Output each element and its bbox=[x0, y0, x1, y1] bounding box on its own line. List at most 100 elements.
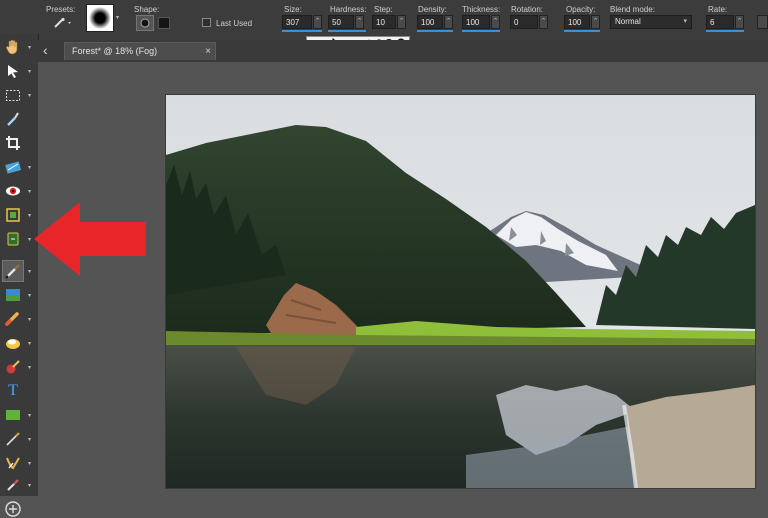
forest-lake-photo[interactable] bbox=[166, 95, 755, 488]
rate-field[interactable]: 6 bbox=[706, 15, 734, 29]
step-label: Step: bbox=[374, 5, 393, 14]
caret-icon[interactable]: ▾ bbox=[28, 236, 31, 243]
scratch-icon bbox=[6, 457, 20, 470]
thickness-field[interactable]: 100 bbox=[462, 15, 490, 29]
opacity-label: Opacity: bbox=[566, 5, 596, 14]
fill-tool-button[interactable]: ▾ bbox=[4, 286, 31, 304]
document-tab[interactable]: Forest* @ 18% (Fog) × bbox=[64, 42, 216, 60]
last-used-label: Last Used bbox=[216, 19, 253, 28]
dropper-tool-button[interactable] bbox=[4, 110, 22, 128]
caret-icon[interactable]: ▾ bbox=[28, 482, 31, 489]
brush-tool-button[interactable]: ▾ bbox=[4, 262, 31, 280]
density-spinner[interactable]: ⌃ bbox=[444, 15, 453, 29]
brush-tip-preview[interactable] bbox=[86, 4, 114, 32]
rotation-field[interactable]: 0 bbox=[510, 15, 538, 29]
transform-tool-button[interactable]: ▾ bbox=[4, 206, 31, 224]
last-used-checkbox[interactable] bbox=[202, 18, 211, 27]
straighten-icon bbox=[5, 161, 22, 174]
scratch-tool-button[interactable]: ▾ bbox=[4, 454, 31, 472]
caret-icon[interactable]: ▾ bbox=[28, 460, 31, 467]
shape-label: Shape: bbox=[134, 5, 160, 14]
crop-icon bbox=[6, 136, 20, 150]
caret-icon[interactable]: ▾ bbox=[28, 164, 31, 171]
opacity-field[interactable]: 100 bbox=[564, 15, 590, 29]
selection-tool-button[interactable]: ▾ bbox=[4, 86, 31, 104]
chevron-down-icon: ▾ bbox=[683, 18, 687, 25]
caret-icon[interactable]: ▾ bbox=[28, 292, 31, 299]
pan-icon bbox=[6, 39, 18, 55]
pick-icon bbox=[8, 65, 18, 78]
back-arrow-icon[interactable]: ‹ bbox=[43, 42, 48, 58]
rotation-spinner[interactable]: ⌃ bbox=[539, 15, 548, 29]
text-tool-button[interactable]: T bbox=[4, 382, 22, 400]
red-pointer-arrow bbox=[34, 202, 146, 276]
blend-mode-select[interactable]: Normal ▾ bbox=[610, 15, 692, 29]
rate-spinner[interactable]: ⌃ bbox=[735, 15, 744, 29]
caret-icon[interactable]: ▾ bbox=[28, 268, 31, 275]
caret-icon[interactable]: ▾ bbox=[28, 340, 31, 347]
eraser-tool-button[interactable]: ▾ bbox=[4, 334, 31, 352]
opacity-slider-track[interactable] bbox=[564, 30, 600, 32]
presets-label: Presets: bbox=[46, 5, 76, 14]
density-field[interactable]: 100 bbox=[417, 15, 443, 29]
caret-icon[interactable]: ▾ bbox=[28, 92, 31, 99]
step-field[interactable]: 10 bbox=[372, 15, 396, 29]
size-spinner[interactable]: ⌃ bbox=[313, 15, 322, 29]
caret-icon[interactable]: ▾ bbox=[28, 68, 31, 75]
hardness-field[interactable]: 50 bbox=[328, 15, 354, 29]
text-icon: T bbox=[8, 382, 18, 399]
paint-tool-button[interactable]: ▾ bbox=[4, 310, 31, 328]
brush-icon bbox=[5, 264, 20, 279]
tool-options-bar: Presets: ▾ Shape: Last Used Size: 307 ⌃ … bbox=[0, 0, 768, 41]
pick-tool-button[interactable]: ▾ bbox=[4, 62, 31, 80]
hardness-slider-track[interactable] bbox=[328, 30, 366, 32]
caret-icon[interactable]: ▾ bbox=[28, 436, 31, 443]
brush-preset-icon bbox=[54, 17, 71, 28]
thickness-spinner[interactable]: ⌃ bbox=[491, 15, 500, 29]
caret-icon[interactable]: ▾ bbox=[28, 316, 31, 323]
hardness-spinner[interactable]: ⌃ bbox=[355, 15, 364, 29]
dropper-icon bbox=[7, 112, 19, 126]
retouch-tool-button[interactable]: ▾ bbox=[4, 476, 31, 494]
caret-icon[interactable]: ▾ bbox=[28, 364, 31, 371]
selection-icon bbox=[6, 90, 20, 101]
caret-icon[interactable]: ▾ bbox=[28, 188, 31, 195]
caret-icon[interactable]: ▾ bbox=[28, 412, 31, 419]
crop-tool-button[interactable] bbox=[4, 134, 22, 152]
step-spinner[interactable]: ⌃ bbox=[397, 15, 406, 29]
fill-icon bbox=[6, 289, 20, 301]
straighten-tool-button[interactable]: ▾ bbox=[4, 158, 31, 176]
caret-icon[interactable]: ▾ bbox=[28, 212, 31, 219]
draw-tool-button[interactable]: ▾ bbox=[4, 430, 31, 448]
red-eye-icon bbox=[6, 186, 20, 196]
round-shape-button[interactable] bbox=[136, 15, 154, 31]
thickness-slider-track[interactable] bbox=[462, 30, 500, 32]
blend-mode-label: Blend mode: bbox=[610, 5, 655, 14]
rate-label: Rate: bbox=[708, 5, 728, 14]
add-tool-button[interactable] bbox=[4, 500, 22, 518]
retouch-icon bbox=[7, 479, 19, 491]
square-shape-button[interactable] bbox=[158, 17, 170, 29]
hardness-label: Hardness: bbox=[330, 5, 367, 14]
red-eye-tool-button[interactable]: ▾ bbox=[4, 182, 31, 200]
clone-tool-button[interactable]: ▾ bbox=[4, 230, 31, 248]
pan-tool-button[interactable]: ▾ bbox=[4, 38, 31, 56]
opacity-spinner[interactable]: ⌃ bbox=[591, 15, 600, 29]
eraser-icon bbox=[6, 339, 20, 349]
paint-icon bbox=[5, 312, 19, 326]
draw-icon bbox=[6, 432, 20, 446]
caret-icon[interactable]: ▾ bbox=[28, 44, 31, 51]
rotation-label: Rotation: bbox=[511, 5, 544, 14]
close-icon[interactable]: × bbox=[205, 43, 211, 60]
more-options-button[interactable] bbox=[757, 15, 768, 29]
rate-slider-track[interactable] bbox=[706, 30, 744, 32]
density-slider-track[interactable] bbox=[417, 30, 453, 32]
size-slider-track[interactable] bbox=[282, 30, 322, 32]
document-tab-bar: ‹ Forest* @ 18% (Fog) × bbox=[38, 40, 768, 62]
blur-tool-button[interactable]: ▾ bbox=[4, 358, 31, 376]
size-field[interactable]: 307 bbox=[282, 15, 312, 29]
shape-tool-button[interactable]: ▾ bbox=[4, 406, 31, 424]
size-label: Size: bbox=[284, 5, 302, 14]
presets-dropdown[interactable] bbox=[52, 16, 74, 30]
tip-caret-icon[interactable]: ▾ bbox=[116, 14, 119, 21]
